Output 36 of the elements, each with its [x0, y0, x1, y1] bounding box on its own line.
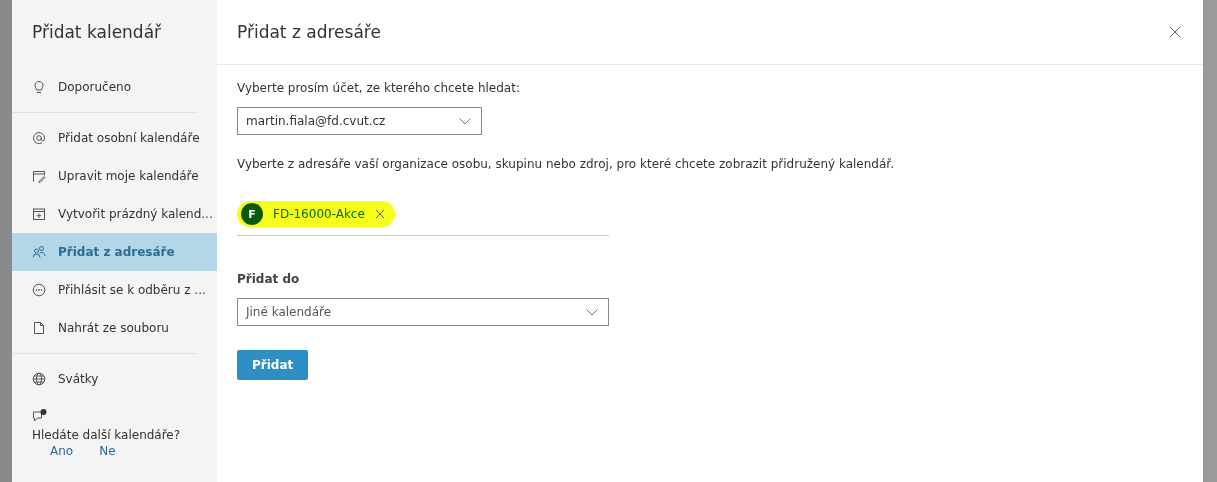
- feedback-link[interactable]: Ne: [99, 444, 116, 458]
- account-dropdown[interactable]: martin.fiala@fd.cvut.cz: [237, 107, 482, 135]
- account-label: Vyberte prosím účet, ze kterého chcete hledat:: [237, 81, 521, 95]
- sidebar-item[interactable]: Upravit moje kalendáře: [12, 157, 217, 195]
- globe-icon: [32, 372, 46, 386]
- avatar-initial: F: [241, 203, 263, 225]
- calendar-add-icon: [32, 207, 46, 221]
- sidebar-item[interactable]: Svátky: [12, 360, 217, 398]
- add-button[interactable]: Přidat: [237, 350, 309, 380]
- add-to-label: Přidat do: [237, 272, 301, 286]
- lightbulb-icon: [32, 80, 46, 94]
- sidebar-item[interactable]: Vytvořit prázdný kalend...: [12, 195, 217, 233]
- feedback-question: Hledáte další kalendáře?: [32, 428, 182, 442]
- sidebar-item[interactable]: Přihlásit se k odběru z ...: [12, 271, 217, 309]
- more-circle-icon: [32, 283, 46, 297]
- feedback-link[interactable]: Ano: [50, 444, 74, 458]
- sidebar-item[interactable]: Přidat z adresáře: [12, 233, 217, 271]
- sidebar-item[interactable]: Nahrát ze souboru: [12, 309, 217, 347]
- directory-prompt: Vyberte z adresáře vaší organizace osobu, skupinu nebo zdroj, pro které chcete zobrazit přidružený kalendář.: [237, 157, 895, 171]
- people-icon: [32, 245, 46, 259]
- calendar-edit-icon: [32, 169, 46, 183]
- sidebar-item[interactable]: Přidat osobní kalendáře: [12, 119, 217, 157]
- person-name: FD-16000-Akce: [273, 207, 365, 221]
- sidebar-title: Přidat kalendář: [31, 21, 163, 44]
- close-button[interactable]: [1167, 24, 1183, 40]
- chevron-down-icon: [586, 308, 598, 316]
- remove-icon[interactable]: [374, 209, 385, 219]
- calendar-dropdown[interactable]: Jiné kalendáře: [237, 298, 609, 326]
- sidebar-item[interactable]: Doporučeno: [12, 68, 217, 106]
- file-icon: [32, 321, 46, 335]
- chevron-down-icon: [459, 117, 471, 125]
- at-sign-icon: [32, 131, 46, 145]
- dialog-title: Přidat z adresáře: [237, 22, 381, 42]
- close-icon: [1169, 26, 1181, 38]
- feedback-icon: [32, 408, 48, 424]
- people-picker-field[interactable]: F FD-16000-Akce: [237, 171, 609, 236]
